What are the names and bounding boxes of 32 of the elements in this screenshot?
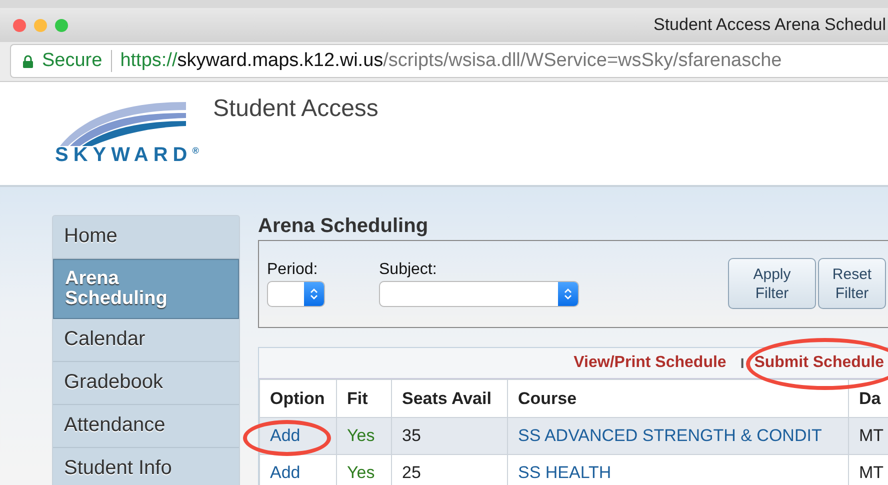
chevron-icon — [564, 288, 572, 300]
sidebar-item[interactable]: Attendance — [53, 405, 239, 448]
minimize-icon[interactable] — [34, 18, 47, 32]
secure-label: Secure — [42, 50, 112, 72]
table-cell: 35 — [392, 418, 508, 454]
lock-icon — [23, 54, 33, 68]
window-title: Student Access Arena Schedul — [654, 15, 886, 35]
filter-button[interactable]: Apply Filter — [728, 258, 816, 309]
url-text: https://skyward.maps.k12.wi.us/scripts/wsisa.dll/WService=wsSky/sfarenasche — [120, 50, 782, 72]
action-link[interactable]: View/Print Schedule — [574, 354, 726, 371]
sidebar-item[interactable]: Calendar — [53, 319, 239, 362]
action-link[interactable]: Submit Schedule — [754, 354, 884, 371]
zoom-icon[interactable] — [55, 18, 68, 32]
close-icon[interactable] — [13, 18, 26, 32]
period-select[interactable] — [267, 281, 325, 307]
course-link[interactable]: SS HEALTH — [518, 463, 612, 482]
page-title: Arena Scheduling — [258, 215, 430, 239]
sidebar-item[interactable]: Student Info — [53, 448, 239, 485]
column-header: Option — [260, 380, 336, 418]
app-title: Student Access — [213, 95, 378, 123]
subject-select[interactable] — [379, 281, 579, 307]
sidebar-item[interactable]: Gradebook — [53, 362, 239, 405]
period-label: Period: — [267, 261, 319, 279]
address-bar[interactable]: Secure https://skyward.maps.k12.wi.us/scripts/wsisa.dll/WService=wsSky/sfarenasche — [10, 44, 888, 78]
logo-text: SKYWARD$^{®}$ — [55, 143, 199, 168]
column-header: Course — [508, 380, 848, 418]
chevron-icon — [310, 288, 318, 300]
subject-label: Subject: — [379, 261, 438, 279]
table-cell: Yes — [336, 418, 392, 454]
filter-button[interactable]: Reset Filter — [818, 258, 886, 309]
separator-text: I — [740, 355, 744, 371]
table-cell: MT — [848, 418, 888, 454]
